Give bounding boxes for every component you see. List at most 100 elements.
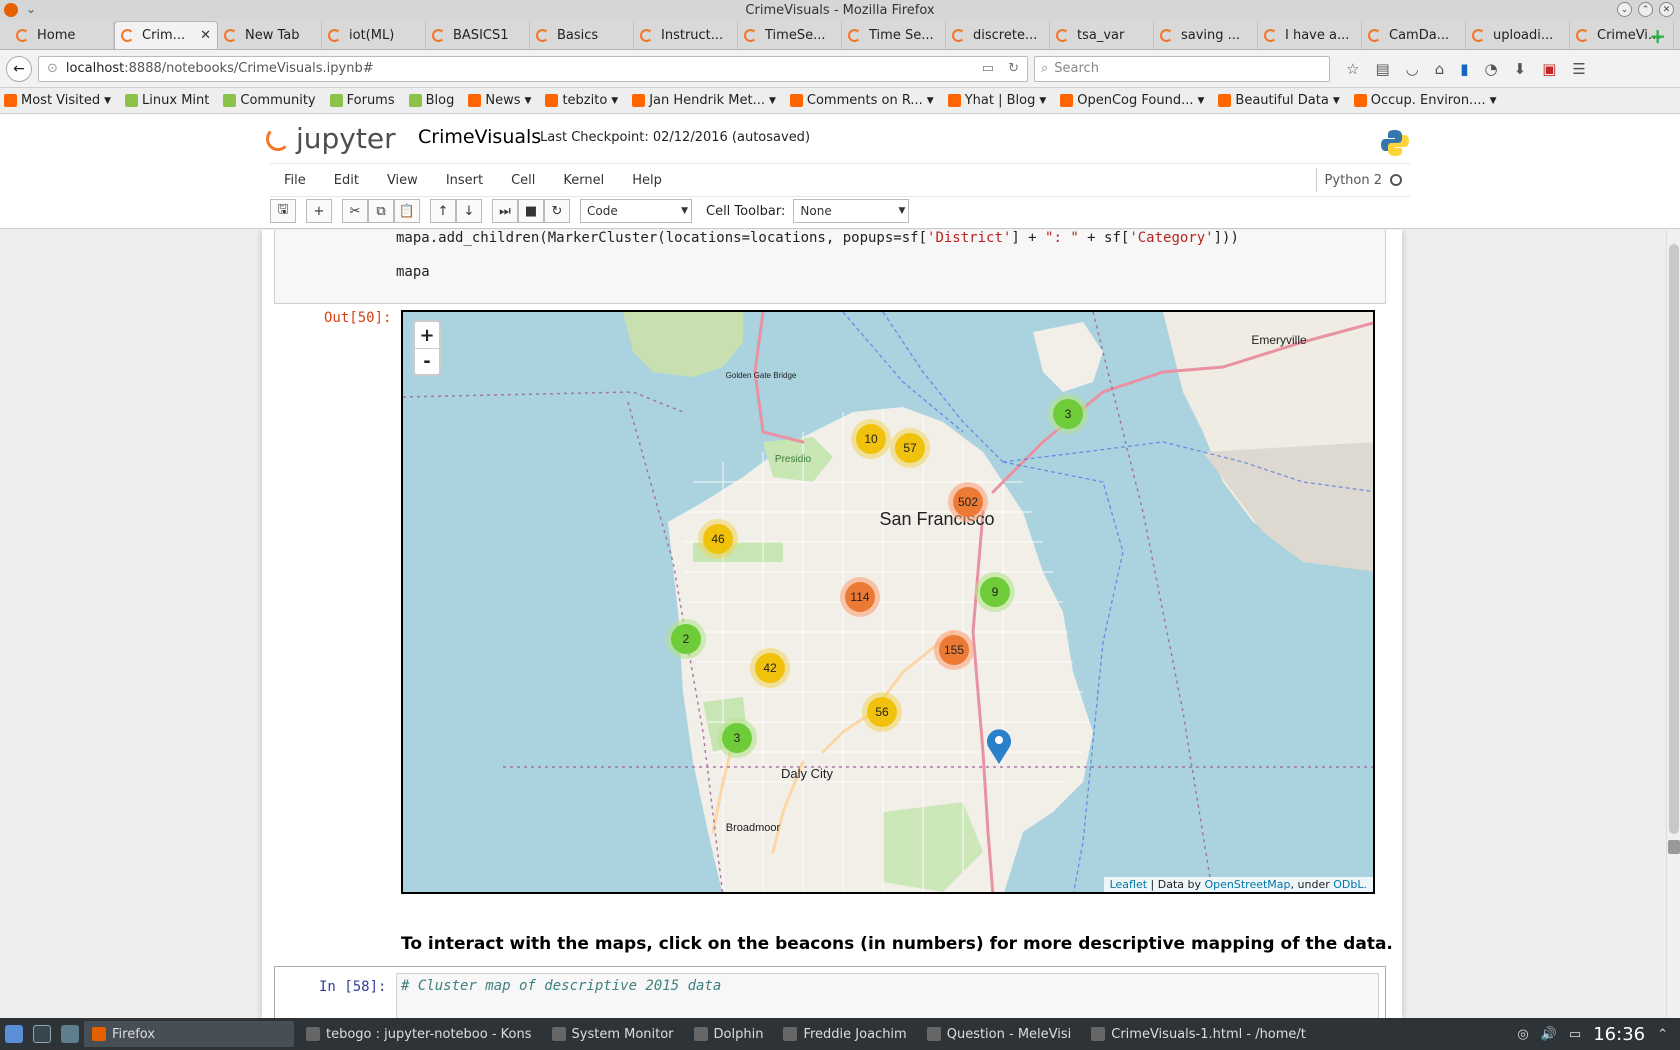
paste-icon[interactable]: 📋 (394, 199, 420, 223)
cluster-marker[interactable]: 3 (1048, 394, 1088, 434)
show-desktop-icon[interactable] (33, 1025, 51, 1043)
tab-12[interactable]: I have a... (1258, 21, 1362, 49)
menu-icon[interactable]: ☰ (1572, 60, 1585, 78)
taskbar-item[interactable]: Firefox (84, 1021, 294, 1047)
tab-3[interactable]: iot(ML) (322, 21, 426, 49)
menu-help[interactable]: Help (618, 173, 676, 188)
tab-8[interactable]: Time Se... (842, 21, 946, 49)
cluster-marker[interactable]: 155 (934, 630, 974, 670)
leaflet-map[interactable]: San Francisco Daly City Emeryville Golden G… (401, 310, 1375, 894)
page-scrollbar[interactable] (1666, 230, 1680, 1018)
map-tiles[interactable]: San FranciscoDaly CityEmeryvilleGolden G… (403, 312, 1375, 894)
cluster-marker[interactable]: 3 (717, 718, 757, 758)
menu-edit[interactable]: Edit (320, 173, 373, 188)
tab-close-icon[interactable]: ✕ (200, 28, 211, 43)
pocket-icon[interactable]: ◡ (1406, 60, 1419, 78)
bookmark-item[interactable]: tebzito ▼ (545, 93, 618, 108)
menu-file[interactable]: File (270, 173, 320, 188)
tray-expand-icon[interactable]: ⌃ (1657, 1027, 1668, 1042)
stop-icon[interactable]: ■ (518, 199, 544, 223)
bookmark-item[interactable]: Blog (408, 93, 454, 108)
bookmarks-list-icon[interactable]: ▤ (1375, 60, 1389, 78)
taskbar-item[interactable]: Dolphin (686, 1021, 772, 1047)
osm-link[interactable]: OpenStreetMap (1205, 878, 1291, 891)
chevron-down-icon[interactable]: ⌄ (26, 2, 36, 16)
cluster-marker[interactable]: 57 (890, 428, 930, 468)
code-cell-next[interactable]: In [58]: # Cluster map of descriptive 20… (274, 966, 1386, 1018)
cluster-marker[interactable]: 2 (666, 619, 706, 659)
maximize-icon[interactable]: ⌃ (1638, 2, 1653, 17)
search-input[interactable]: ⌕ Search (1034, 55, 1330, 82)
cluster-marker[interactable]: 114 (840, 577, 880, 617)
bookmark-item[interactable]: Forums (329, 93, 395, 108)
minimize-icon[interactable]: ⌄ (1617, 2, 1632, 17)
jupyter-logo[interactable]: jupyter (266, 122, 396, 155)
volume-icon[interactable]: 🔊 (1541, 1027, 1557, 1042)
reload-icon[interactable]: ↻ (1008, 61, 1019, 76)
move-down-icon[interactable]: ↓ (456, 199, 482, 223)
cluster-marker[interactable]: 42 (750, 648, 790, 688)
notebook-title[interactable]: CrimeVisuals (418, 126, 541, 148)
tab-7[interactable]: TimeSe... (738, 21, 842, 49)
tab-2[interactable]: New Tab (218, 21, 322, 49)
tab-5[interactable]: Basics (530, 21, 634, 49)
cluster-marker[interactable]: 46 (698, 519, 738, 559)
cell-editor[interactable]: # Cluster map of descriptive 2015 data (396, 973, 1379, 1018)
zoom-out-button[interactable]: - (415, 348, 439, 374)
menu-cell[interactable]: Cell (497, 173, 549, 188)
cell-type-select[interactable]: Code ▼ (580, 199, 692, 223)
home-icon[interactable]: ⌂ (1435, 60, 1445, 78)
cluster-marker[interactable]: 10 (851, 419, 891, 459)
tab-1[interactable]: Crim... ✕ (114, 21, 218, 49)
cell-toolbar-select[interactable]: None ▼ (793, 199, 910, 223)
bookmark-item[interactable]: Yhat | Blog ▼ (947, 93, 1046, 108)
firefox-icon[interactable] (4, 3, 18, 17)
bookmark-item[interactable]: OpenCog Found... ▼ (1060, 93, 1204, 108)
zoom-in-button[interactable]: + (415, 322, 439, 348)
bookmark-item[interactable]: Occup. Environ.... ▼ (1353, 93, 1497, 108)
tab-6[interactable]: Instruct... (634, 21, 738, 49)
bookmark-star-icon[interactable]: ☆ (1346, 60, 1359, 78)
menu-kernel[interactable]: Kernel (549, 173, 618, 188)
save-icon[interactable]: 🖫 (270, 199, 296, 223)
new-tab-button[interactable]: + (1649, 24, 1666, 48)
cluster-marker[interactable]: 56 (862, 692, 902, 732)
flash-icon[interactable]: ▣ (1542, 60, 1556, 78)
bookmark-item[interactable]: Beautiful Data ▼ (1218, 93, 1340, 108)
download-icon[interactable]: ⬇ (1514, 60, 1527, 78)
menu-insert[interactable]: Insert (432, 173, 497, 188)
cluster-marker[interactable]: 9 (975, 572, 1015, 612)
tab-10[interactable]: tsa_var (1050, 21, 1154, 49)
run-icon[interactable]: ⏭ (492, 199, 518, 223)
insert-cell-icon[interactable]: + (306, 199, 332, 223)
move-up-icon[interactable]: ↑ (430, 199, 456, 223)
tab-14[interactable]: uploadi... (1466, 21, 1570, 49)
tab-0[interactable]: Home (10, 21, 114, 49)
display-icon[interactable]: ▭ (1569, 1027, 1581, 1042)
bookmark-item[interactable]: Comments on R... ▼ (789, 93, 934, 108)
bookmark-item[interactable]: Linux Mint (125, 93, 209, 108)
copy-icon[interactable]: ⧉ (368, 199, 394, 223)
extension-icon[interactable]: ▮ (1460, 60, 1468, 78)
bookmark-item[interactable]: Community (223, 93, 316, 108)
reader-view-icon[interactable]: ▭ (982, 61, 994, 76)
bookmark-item[interactable]: Jan Hendrik Met... ▼ (632, 93, 776, 108)
file-manager-icon[interactable] (61, 1025, 79, 1043)
cluster-marker[interactable]: 502 (948, 482, 988, 522)
taskbar-item[interactable]: System Monitor (544, 1021, 682, 1047)
bookmark-item[interactable]: Most Visited ▼ (4, 93, 111, 108)
bookmark-item[interactable]: News ▼ (468, 93, 531, 108)
code-cell[interactable]: mapa.add_children(MarkerCluster(location… (274, 230, 1386, 304)
leaflet-link[interactable]: Leaflet (1110, 878, 1147, 891)
chat-icon[interactable]: ◔ (1485, 60, 1498, 78)
odbl-link[interactable]: ODbL. (1333, 878, 1367, 891)
taskbar-item[interactable]: CrimeVisuals-1.html - /home/t (1083, 1021, 1314, 1047)
app-menu-icon[interactable] (5, 1025, 23, 1043)
tab-4[interactable]: BASICS1 (426, 21, 530, 49)
site-info-icon[interactable]: ⊙ (47, 61, 58, 76)
tab-9[interactable]: discrete... (946, 21, 1050, 49)
taskbar-item[interactable]: tebogo : jupyter-noteboo - Kons (298, 1021, 540, 1047)
url-bar[interactable]: ⊙ localhost:8888/notebooks/CrimeVisuals.… (38, 55, 1028, 82)
taskbar-item[interactable]: Freddie Joachim (775, 1021, 914, 1047)
restart-icon[interactable]: ↻ (544, 199, 570, 223)
